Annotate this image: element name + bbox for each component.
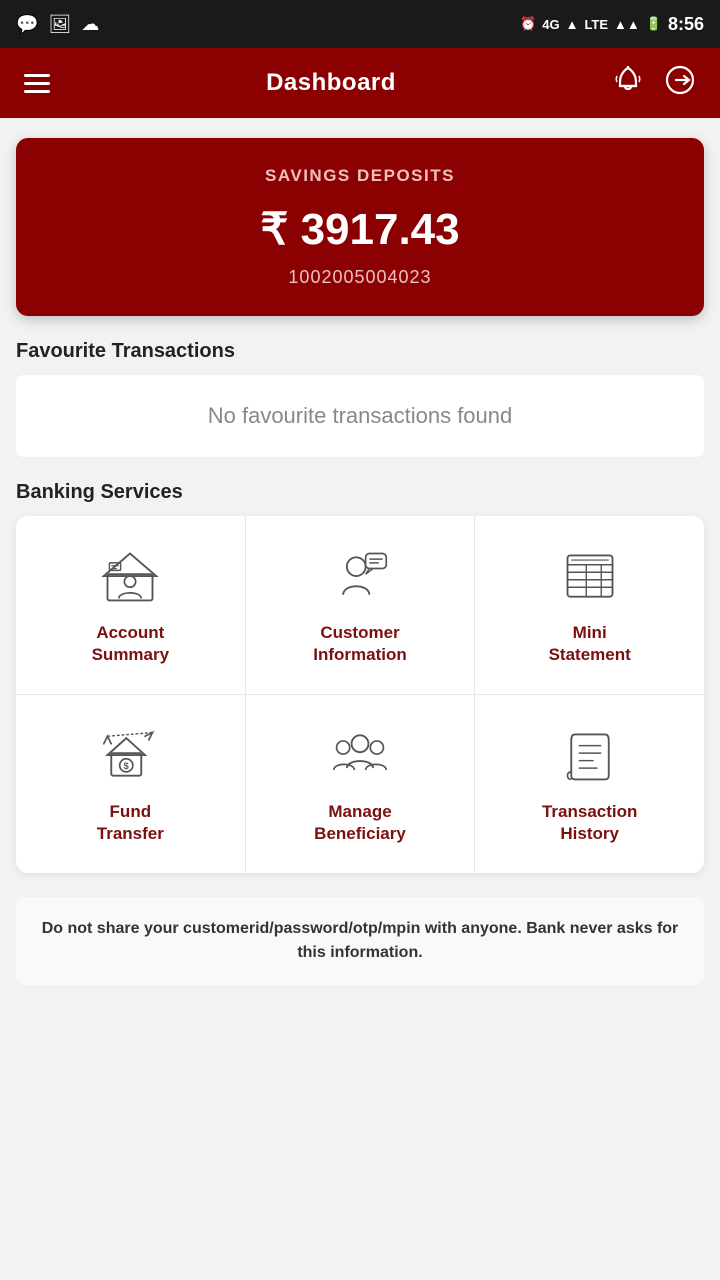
nav-icons: [612, 64, 696, 103]
savings-label: SAVINGS DEPOSITS: [36, 166, 684, 186]
service-manage-beneficiary[interactable]: ManageBeneficiary: [246, 695, 476, 873]
manage-beneficiary-icon: [328, 723, 392, 787]
favourite-title: Favourite Transactions: [16, 340, 704, 363]
mini-statement-label: MiniStatement: [549, 622, 631, 666]
battery-icon: 🔋: [646, 16, 662, 32]
alarm-icon: ⏰: [520, 16, 536, 32]
notification-bell-icon[interactable]: [612, 64, 644, 103]
banking-services-section: Banking Services: [16, 481, 704, 873]
service-account-summary[interactable]: AccountSummary: [16, 516, 246, 694]
services-grid: AccountSummary: [16, 516, 704, 873]
security-notice: Do not share your customerid/password/ot…: [16, 897, 704, 985]
no-favourite-message-container: No favourite transactions found: [16, 375, 704, 457]
transaction-history-label: TransactionHistory: [542, 801, 637, 845]
savings-amount: ₹ 3917.43: [36, 204, 684, 255]
account-summary-icon: [98, 544, 162, 608]
service-mini-statement[interactable]: MiniStatement: [475, 516, 704, 694]
status-left-icons: 💬 🖼 ☁: [16, 14, 99, 35]
hamburger-menu[interactable]: [24, 74, 50, 93]
status-right-icons: ⏰ 4G ▲ LTE ▲▲ 🔋 8:56: [520, 14, 704, 35]
service-fund-transfer[interactable]: $ FundTransfer: [16, 695, 246, 873]
fund-transfer-icon: $: [98, 723, 162, 787]
network-label: 4G: [542, 17, 559, 32]
banking-services-title: Banking Services: [16, 481, 704, 504]
carrier-label: LTE: [584, 17, 608, 32]
favourite-section: Favourite Transactions No favourite tran…: [16, 340, 704, 457]
svg-text:$: $: [124, 761, 130, 771]
photo-icon: 🖼: [48, 14, 71, 35]
fund-transfer-label: FundTransfer: [97, 801, 164, 845]
whatsapp-icon: 💬: [16, 14, 38, 35]
wifi-icon: ▲: [566, 17, 579, 32]
mini-statement-icon: [558, 544, 622, 608]
security-notice-text: Do not share your customerid/password/ot…: [40, 917, 680, 965]
logout-icon[interactable]: [664, 64, 696, 103]
transaction-history-icon: [558, 723, 622, 787]
savings-account-number: 1002005004023: [36, 267, 684, 288]
customer-information-label: CustomerInformation: [313, 622, 407, 666]
cloud-icon: ☁: [81, 14, 99, 35]
manage-beneficiary-label: ManageBeneficiary: [314, 801, 406, 845]
status-time: 8:56: [668, 14, 704, 35]
status-bar: 💬 🖼 ☁ ⏰ 4G ▲ LTE ▲▲ 🔋 8:56: [0, 0, 720, 48]
signal-icon: ▲▲: [614, 17, 640, 32]
services-row-2: $ FundTransfer: [16, 695, 704, 873]
service-customer-information[interactable]: CustomerInformation: [246, 516, 476, 694]
no-favourite-text: No favourite transactions found: [208, 403, 513, 428]
savings-card: SAVINGS DEPOSITS ₹ 3917.43 1002005004023: [16, 138, 704, 316]
customer-information-icon: [328, 544, 392, 608]
account-summary-label: AccountSummary: [92, 622, 169, 666]
services-row-1: AccountSummary: [16, 516, 704, 695]
service-transaction-history[interactable]: TransactionHistory: [475, 695, 704, 873]
page-title: Dashboard: [266, 69, 396, 97]
top-nav: Dashboard: [0, 48, 720, 118]
